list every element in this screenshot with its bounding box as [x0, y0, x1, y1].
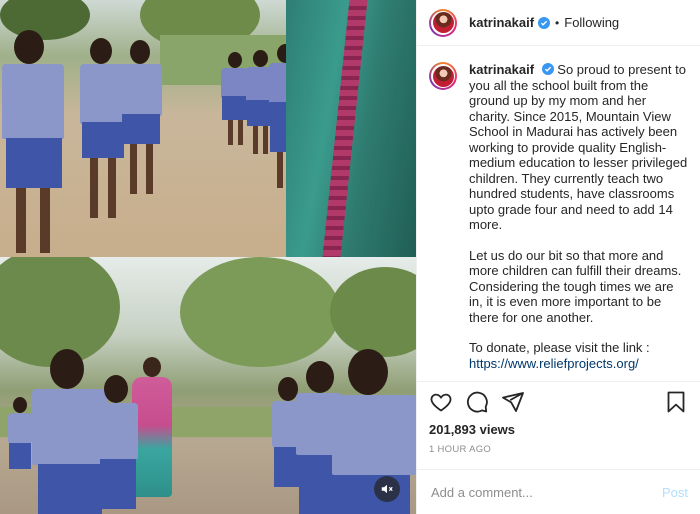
avatar[interactable] [429, 8, 457, 37]
video-frame-top [0, 0, 416, 257]
verified-badge-icon [538, 16, 551, 29]
teacher [132, 357, 172, 497]
caption-area: katrinakaif So proud to present to you a… [417, 46, 700, 381]
heart-icon[interactable] [429, 390, 453, 414]
caption-paragraph-2: Let us do our bit so that more and more … [469, 247, 682, 325]
instagram-post: katrinakaif • Following katrinakaif So p… [0, 0, 700, 514]
donation-link[interactable]: https://www.reliefprojects.org/ [469, 356, 639, 371]
post-video[interactable] [0, 0, 416, 514]
post-comment-button[interactable]: Post [662, 485, 688, 500]
comment-box: Post [417, 469, 700, 514]
following-button[interactable]: Following [564, 15, 619, 30]
separator-dot: • [555, 15, 560, 30]
comment-icon[interactable] [465, 390, 489, 414]
speaker-muted-icon[interactable] [374, 476, 400, 502]
post-header: katrinakaif • Following [417, 0, 700, 46]
post-timestamp[interactable]: 1 HOUR AGO [429, 444, 688, 455]
verified-badge-icon [541, 63, 554, 75]
post-sidebar: katrinakaif • Following katrinakaif So p… [416, 0, 700, 514]
post-actions: 201,893 views 1 HOUR AGO [417, 381, 700, 455]
video-frame-bottom [0, 257, 416, 514]
comment-input[interactable] [429, 483, 662, 501]
share-icon[interactable] [501, 390, 525, 414]
caption-text: katrinakaif So proud to present to you a… [469, 62, 688, 381]
caption-paragraph-3: To donate, please visit the link : [469, 340, 650, 355]
view-count[interactable]: 201,893 views [429, 422, 688, 437]
bookmark-icon[interactable] [664, 390, 688, 414]
caption-avatar[interactable] [429, 62, 457, 90]
caption-username[interactable]: katrinakaif [469, 62, 534, 77]
header-username[interactable]: katrinakaif [469, 15, 534, 30]
caption-paragraph-1: So proud to present to you all the schoo… [469, 62, 688, 232]
